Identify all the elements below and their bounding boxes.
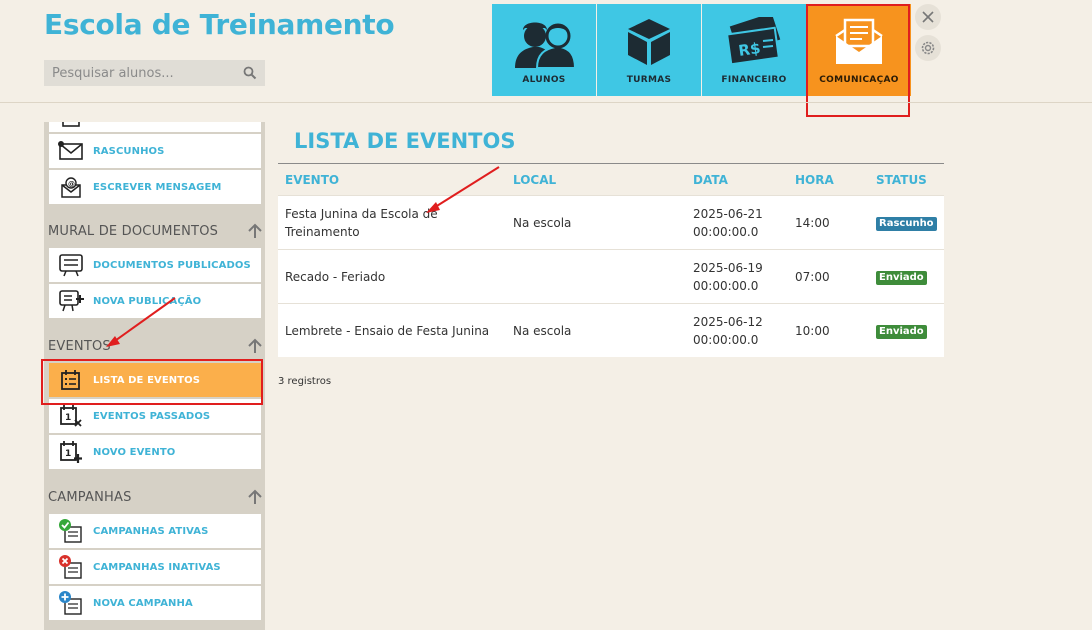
page-title: LISTA DE EVENTOS (294, 129, 516, 153)
collapse-arrow-icon[interactable] (248, 223, 262, 239)
column-header[interactable]: LOCAL (513, 173, 556, 187)
envelope-icon (49, 122, 93, 130)
gear-icon (921, 41, 935, 55)
sidebar-item-label: NOVA PUBLICAÇÃO (93, 295, 202, 307)
event-hour: 14:00 (795, 216, 830, 230)
column-header[interactable]: HORA (795, 173, 834, 187)
event-date: 2025-06-21 (693, 207, 763, 221)
module-turmas[interactable]: TURMAS (597, 4, 701, 96)
sidebar-item-label: EVENTOS PASSADOS (93, 410, 211, 422)
event-time-full: 00:00:00.0 (693, 333, 759, 347)
header-divider (0, 102, 1092, 103)
search-box (44, 60, 265, 86)
sidebar-item-label: RASCUNHOS (93, 145, 165, 157)
status-badge: Rascunho (876, 217, 937, 231)
status-badge: Enviado (876, 271, 927, 285)
event-name-line[interactable]: Lembrete - Ensaio de Festa Junina (285, 322, 489, 340)
records-count: 3 registros (278, 376, 332, 387)
app-title: Escola de Treinamento (44, 8, 395, 41)
event-date: 2025-06-12 (693, 315, 763, 329)
sidebar-item-label: ESCREVER MENSAGEM (93, 181, 222, 193)
search-input[interactable] (44, 60, 265, 86)
sidebar-item-escrever-mensagem[interactable]: @ ESCREVER MENSAGEM (49, 170, 261, 204)
collapse-arrow-icon[interactable] (248, 338, 262, 354)
column-header[interactable]: STATUS (876, 173, 927, 187)
status-badge: Enviado (876, 325, 927, 339)
event-hour: 07:00 (795, 270, 830, 284)
calendar-add-icon: 1 (49, 440, 93, 464)
sidebar-item-label: DOCUMENTOS PUBLICADOS (93, 259, 251, 271)
svg-text:1: 1 (65, 413, 71, 423)
campaign-add-icon (49, 591, 93, 615)
sidebar-item-label: CAMPANHAS INATIVAS (93, 561, 221, 573)
close-button[interactable] (915, 4, 941, 30)
sidebar-item-label: NOVA CAMPANHA (93, 597, 193, 609)
board-list-icon (49, 253, 93, 277)
event-date: 2025-06-19 (693, 261, 763, 275)
column-header[interactable]: DATA (693, 173, 728, 187)
event-name-line[interactable]: Recado - Feriado (285, 268, 385, 286)
collapse-arrow-icon[interactable] (248, 489, 262, 505)
section-header-eventos[interactable]: EVENTOS (48, 333, 262, 359)
sidebar-item-nova-campanha[interactable]: NOVA CAMPANHA (49, 586, 261, 620)
module-label: ALUNOS (522, 75, 566, 85)
section-title: EVENTOS (48, 338, 111, 354)
students-icon (492, 14, 596, 70)
highlight-box-sidebar (41, 359, 263, 405)
column-header[interactable]: EVENTO (285, 173, 339, 187)
money-icon: R$ (702, 14, 806, 70)
search-icon[interactable] (243, 65, 257, 84)
section-header-campanhas[interactable]: CAMPANHAS (48, 484, 262, 510)
box-icon (597, 14, 701, 70)
module-financeiro[interactable]: R$ FINANCEIRO (702, 4, 806, 96)
event-name-line[interactable]: Festa Junina da Escola de (285, 205, 438, 223)
svg-text:R$: R$ (737, 39, 761, 60)
campaign-inactive-icon (49, 555, 93, 579)
sidebar-item-label: NOVO EVENTO (93, 446, 176, 458)
highlight-box-module (806, 4, 910, 117)
calendar-past-icon: 1 (49, 404, 93, 428)
sidebar-item-documentos-publicados[interactable]: DOCUMENTOS PUBLICADOS (49, 248, 261, 282)
sidebar-item-novo-evento[interactable]: 1 NOVO EVENTO (49, 435, 261, 469)
settings-button[interactable] (915, 35, 941, 61)
event-name-line[interactable]: Treinamento (285, 223, 360, 241)
sidebar-item-rascunhos[interactable]: RASCUNHOS (49, 134, 261, 168)
board-add-icon (49, 289, 93, 313)
event-local: Na escola (513, 216, 572, 230)
table-row[interactable]: Lembrete - Ensaio de Festa Junina Na esc… (278, 303, 944, 357)
module-label: FINANCEIRO (721, 75, 787, 85)
module-alunos[interactable]: ALUNOS (492, 4, 596, 96)
event-hour: 10:00 (795, 324, 830, 338)
sidebar-item-partial[interactable] (49, 122, 261, 132)
draft-envelope-icon (49, 141, 93, 161)
event-time-full: 00:00:00.0 (693, 279, 759, 293)
write-message-icon: @ (49, 175, 93, 199)
campaign-active-icon (49, 519, 93, 543)
sidebar-item-campanhas-inativas[interactable]: CAMPANHAS INATIVAS (49, 550, 261, 584)
events-table: EVENTO LOCAL DATA HORA STATUS Festa Juni… (278, 163, 944, 357)
sidebar-item-campanhas-ativas[interactable]: CAMPANHAS ATIVAS (49, 514, 261, 548)
svg-text:1: 1 (65, 449, 71, 459)
event-time-full: 00:00:00.0 (693, 225, 759, 239)
event-local: Na escola (513, 324, 572, 338)
section-title: MURAL DE DOCUMENTOS (48, 223, 219, 239)
table-row[interactable]: Festa Junina da Escola de Treinamento Na… (278, 195, 944, 249)
sidebar-item-label: CAMPANHAS ATIVAS (93, 525, 209, 537)
section-title: CAMPANHAS (48, 489, 132, 505)
section-header-mural[interactable]: MURAL DE DOCUMENTOS (48, 218, 262, 244)
svg-text:@: @ (68, 180, 75, 188)
table-row[interactable]: Recado - Feriado 2025-06-19 00:00:00.0 0… (278, 249, 944, 303)
table-header: EVENTO LOCAL DATA HORA STATUS (278, 164, 944, 195)
close-icon (922, 11, 934, 23)
module-label: TURMAS (626, 75, 672, 85)
sidebar-item-nova-publicacao[interactable]: NOVA PUBLICAÇÃO (49, 284, 261, 318)
